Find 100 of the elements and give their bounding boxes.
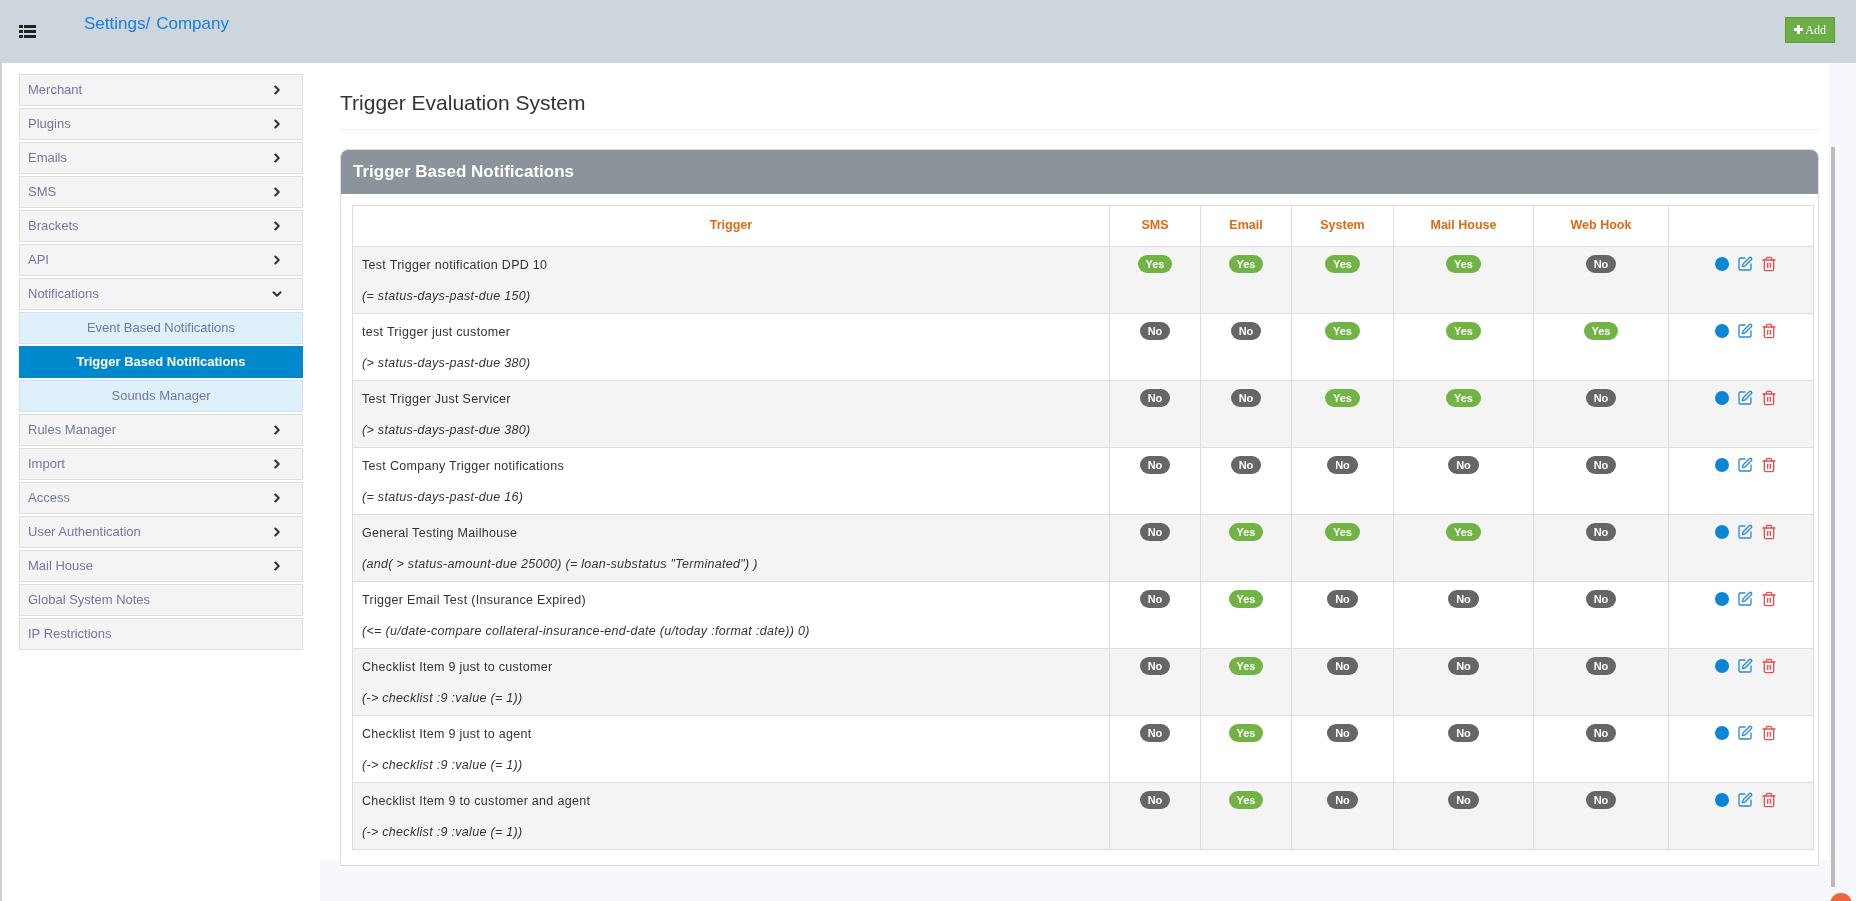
trigger-expression: (= status-days-past-due 150) — [362, 288, 532, 306]
status-badge: No — [1230, 455, 1262, 474]
status-badge: Yes — [1446, 254, 1481, 273]
status-badge: Yes — [1325, 522, 1360, 541]
status-badge: No — [1139, 321, 1171, 340]
status-badge: No — [1585, 589, 1617, 608]
status-badge: Yes — [1325, 321, 1360, 340]
status-badge: No — [1139, 656, 1171, 675]
status-badge: Yes — [1446, 522, 1481, 541]
sidebar-item[interactable]: Mail House — [19, 550, 303, 582]
trigger-name: test Trigger just customer — [362, 323, 512, 341]
trigger-name: Test Trigger Just Servicer — [362, 390, 512, 408]
status-badge: Yes — [1446, 388, 1481, 407]
trash-icon[interactable] — [1761, 322, 1777, 339]
edit-icon[interactable] — [1737, 523, 1753, 540]
column-header: Trigger — [352, 205, 1110, 246]
sidebar-item[interactable]: Brackets — [19, 210, 303, 242]
status-badge: No — [1139, 723, 1171, 742]
sidebar-item[interactable]: Notifications — [19, 278, 303, 310]
status-badge: No — [1585, 656, 1617, 675]
sidebar-item[interactable]: Plugins — [19, 108, 303, 140]
trigger-expression: (-> checklist :9 :value (= 1)) — [362, 757, 524, 775]
sidebar-item[interactable]: Emails — [19, 142, 303, 174]
status-badge: No — [1585, 455, 1617, 474]
trash-icon[interactable] — [1761, 590, 1777, 607]
status-badge: Yes — [1325, 254, 1360, 273]
status-badge: No — [1585, 522, 1617, 541]
trigger-name: Test Company Trigger notifications — [362, 457, 565, 475]
trash-icon[interactable] — [1761, 523, 1777, 540]
list-icon[interactable] — [19, 25, 36, 38]
edit-icon[interactable] — [1737, 590, 1753, 607]
sidebar-subitem[interactable]: Event Based Notifications — [19, 312, 303, 344]
column-header: SMS — [1109, 205, 1201, 246]
trash-icon[interactable] — [1761, 791, 1777, 808]
trigger-name: Checklist Item 9 just to agent — [362, 725, 533, 743]
edit-icon[interactable] — [1737, 791, 1753, 808]
trigger-name: Checklist Item 9 just to customer — [362, 658, 554, 676]
edit-icon[interactable] — [1737, 255, 1753, 272]
scrollbar[interactable] — [1831, 147, 1835, 887]
status-badge: Yes — [1325, 388, 1360, 407]
status-badge: No — [1230, 321, 1262, 340]
sidebar-item[interactable]: API — [19, 244, 303, 276]
status-badge: No — [1327, 455, 1358, 474]
status-badge: No — [1585, 790, 1617, 809]
sidebar-item[interactable]: Access — [19, 482, 303, 514]
status-badge: No — [1585, 388, 1617, 407]
status-badge: No — [1448, 455, 1479, 474]
status-badge: No — [1585, 723, 1617, 742]
status-badge: No — [1448, 656, 1479, 675]
column-header: System — [1291, 205, 1394, 246]
breadcrumb-link[interactable]: Company — [156, 10, 229, 37]
sidebar-item[interactable]: User Authentication — [19, 516, 303, 548]
trash-icon[interactable] — [1761, 389, 1777, 406]
edit-icon[interactable] — [1737, 724, 1753, 741]
trash-icon[interactable] — [1761, 456, 1777, 473]
status-badge: No — [1448, 589, 1479, 608]
sidebar-item[interactable]: IP Restrictions — [19, 618, 303, 650]
trash-icon[interactable] — [1761, 657, 1777, 674]
plus-icon — [1794, 25, 1804, 34]
status-badge: Yes — [1228, 254, 1264, 273]
status-badge: No — [1585, 254, 1617, 273]
trash-icon[interactable] — [1761, 724, 1777, 741]
status-badge: No — [1327, 656, 1358, 675]
status-badge: No — [1139, 455, 1171, 474]
trigger-expression: (and( > status-amount-due 25000) (= loan-substatus "Terminated") ) — [362, 556, 759, 574]
trigger-expression: (-> checklist :9 :value (= 1)) — [362, 824, 524, 842]
trigger-name: General Testing Mailhouse — [362, 524, 519, 542]
column-header: Email — [1200, 205, 1292, 246]
trigger-name: Trigger Email Test (Insurance Expired) — [362, 591, 587, 609]
status-badge: No — [1139, 589, 1171, 608]
sidebar-item[interactable]: Global System Notes — [19, 584, 303, 616]
status-badge: Yes — [1228, 522, 1264, 541]
trigger-expression: (-> checklist :9 :value (= 1)) — [362, 690, 524, 708]
add-button[interactable]: Add — [1785, 16, 1835, 43]
edit-icon[interactable] — [1737, 657, 1753, 674]
edit-icon[interactable] — [1737, 456, 1753, 473]
status-badge: Yes — [1583, 321, 1619, 340]
status-badge: Yes — [1137, 254, 1173, 273]
column-header: Mail House — [1393, 205, 1534, 246]
trigger-expression: (> status-days-past-due 380) — [362, 355, 532, 373]
sidebar-item[interactable]: Rules Manager — [19, 414, 303, 446]
status-badge: Yes — [1228, 723, 1264, 742]
sidebar-item[interactable]: Import — [19, 448, 303, 480]
status-badge: No — [1327, 790, 1358, 809]
trash-icon[interactable] — [1761, 255, 1777, 272]
edit-icon[interactable] — [1737, 322, 1753, 339]
edit-icon[interactable] — [1737, 389, 1753, 406]
sidebar-item[interactable]: Merchant — [19, 74, 303, 106]
status-badge: No — [1139, 388, 1171, 407]
status-badge: Yes — [1228, 656, 1264, 675]
status-badge: No — [1327, 723, 1358, 742]
breadcrumb-link[interactable]: Settings/ — [84, 10, 151, 37]
status-badge: No — [1139, 790, 1171, 809]
sidebar-subitem[interactable]: Trigger Based Notifications — [19, 346, 303, 378]
trigger-name: Test Trigger notification DPD 10 — [362, 256, 549, 274]
trigger-expression: (= status-days-past-due 16) — [362, 489, 525, 507]
sidebar-item[interactable]: SMS — [19, 176, 303, 208]
status-badge: No — [1230, 388, 1262, 407]
status-badge: No — [1139, 522, 1171, 541]
sidebar-subitem[interactable]: Sounds Manager — [19, 380, 303, 412]
